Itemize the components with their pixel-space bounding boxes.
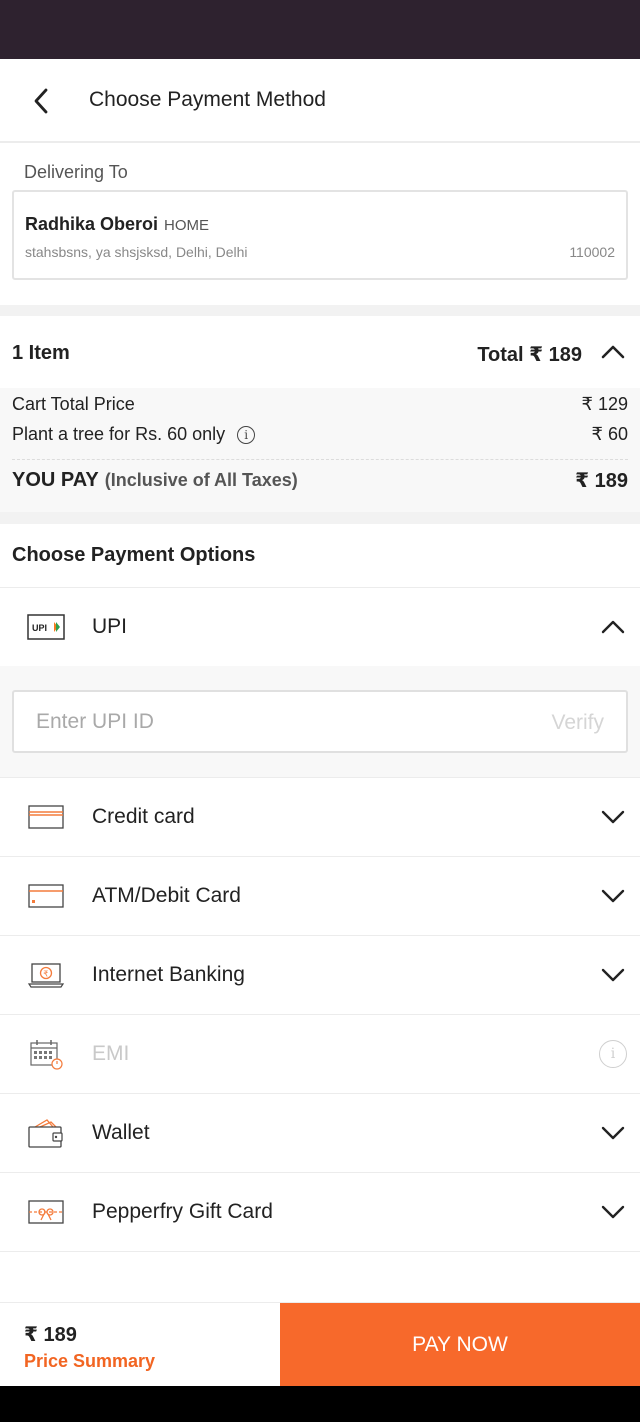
payment-option-label: EMI	[92, 1042, 130, 1065]
pay-now-button[interactable]: PAY NOW	[280, 1303, 640, 1387]
chevron-down-icon[interactable]	[600, 805, 626, 829]
chevron-up-icon[interactable]	[600, 340, 626, 364]
items-total: Total ₹ 189	[477, 344, 582, 366]
chevron-down-icon[interactable]	[600, 884, 626, 908]
address-line: stahsbsns, ya shsjsksd, Delhi, Delhi	[25, 244, 248, 260]
price-row-label: Cart Total Price	[12, 394, 135, 414]
verify-button[interactable]: Verify	[551, 711, 604, 735]
svg-text:UPI: UPI	[32, 623, 47, 633]
address-name: Radhika Oberoi	[25, 214, 159, 234]
price-summary-link[interactable]: Price Summary	[24, 1351, 155, 1372]
internet-banking-icon: ₹	[27, 960, 65, 990]
price-row-you-pay: YOU PAY (Inclusive of All Taxes) ₹ 189	[12, 468, 628, 493]
items-count: 1 Item	[12, 342, 70, 364]
upi-icon: UPI	[27, 612, 65, 642]
price-row-left: Plant a tree for Rs. 60 only i	[12, 424, 256, 445]
payment-option-gift-card[interactable]: Pepperfry Gift Card	[0, 1173, 640, 1252]
price-row-value: ₹ 60	[591, 424, 628, 444]
back-button[interactable]	[26, 85, 56, 117]
info-icon[interactable]: i	[599, 1040, 627, 1068]
wallet-icon	[27, 1118, 65, 1148]
system-nav-bar	[0, 1386, 640, 1422]
back-arrow-icon	[34, 88, 48, 114]
svg-text:₹: ₹	[43, 970, 48, 979]
page-title: Choose Payment Method	[89, 88, 326, 111]
payment-option-credit-card[interactable]: Credit card	[0, 778, 640, 857]
payment-option-upi[interactable]: UPI UPI	[0, 588, 640, 666]
footer-amount: ₹ 189	[24, 1324, 77, 1346]
payment-option-label: Pepperfry Gift Card	[92, 1200, 273, 1223]
section-divider	[0, 305, 640, 316]
price-row-label: Plant a tree for Rs. 60 only	[12, 424, 226, 444]
chevron-down-icon[interactable]	[600, 1121, 626, 1145]
payment-option-label: ATM/Debit Card	[92, 884, 241, 907]
you-pay-value: ₹ 189	[575, 470, 628, 492]
price-row-value: ₹ 129	[581, 394, 629, 414]
price-breakdown: Cart Total Price ₹ 129 Plant a tree for …	[0, 388, 640, 512]
dashed-divider	[12, 459, 628, 460]
payment-option-label: UPI	[92, 615, 128, 638]
gift-card-icon	[27, 1197, 65, 1227]
address-card[interactable]: Radhika Oberoi HOME stahsbsns, ya shsjsks…	[12, 190, 628, 280]
address-name-line: Radhika Oberoi HOME	[25, 214, 209, 235]
upi-input-wrapper: Verify	[12, 690, 628, 753]
address-pincode: 110002	[569, 244, 615, 260]
you-pay-label: YOU PAY	[12, 469, 99, 491]
payment-option-label: Credit card	[92, 805, 195, 828]
chevron-up-icon[interactable]	[600, 615, 626, 639]
you-pay-label-wrap: YOU PAY (Inclusive of All Taxes)	[12, 469, 298, 492]
payment-option-label: Wallet	[92, 1121, 150, 1144]
you-pay-note: (Inclusive of All Taxes)	[104, 470, 298, 490]
payment-option-wallet[interactable]: Wallet	[0, 1094, 640, 1173]
price-row-cart-total: Cart Total Price ₹ 129	[12, 394, 628, 415]
payment-options-title: Choose Payment Options	[12, 544, 256, 566]
address-tag: HOME	[164, 217, 210, 234]
credit-card-icon	[27, 802, 65, 832]
upi-id-input[interactable]	[36, 692, 486, 751]
payment-option-debit-card[interactable]: ATM/Debit Card	[0, 857, 640, 936]
payment-option-label: Internet Banking	[92, 963, 245, 986]
chevron-down-icon[interactable]	[600, 1200, 626, 1224]
delivery-section: Delivering To Radhika Oberoi HOME stahsbs…	[0, 143, 640, 305]
upi-panel: Verify	[0, 666, 640, 778]
header: Choose Payment Method	[0, 59, 640, 143]
price-row-plant-tree: Plant a tree for Rs. 60 only i ₹ 60	[12, 424, 628, 445]
chevron-down-icon[interactable]	[600, 963, 626, 987]
info-icon[interactable]: i	[237, 425, 256, 444]
payment-option-emi: EMI i	[0, 1015, 640, 1094]
status-bar	[0, 0, 640, 59]
delivering-to-label: Delivering To	[24, 162, 128, 182]
bottom-bar: ₹ 189 Price Summary PAY NOW	[0, 1302, 640, 1387]
section-divider	[0, 512, 640, 524]
emi-calendar-icon	[27, 1039, 65, 1070]
payment-option-internet-banking[interactable]: ₹ Internet Banking	[0, 936, 640, 1015]
order-summary-toggle[interactable]: 1 Item Total ₹ 189	[0, 316, 640, 388]
debit-card-icon	[27, 881, 65, 911]
